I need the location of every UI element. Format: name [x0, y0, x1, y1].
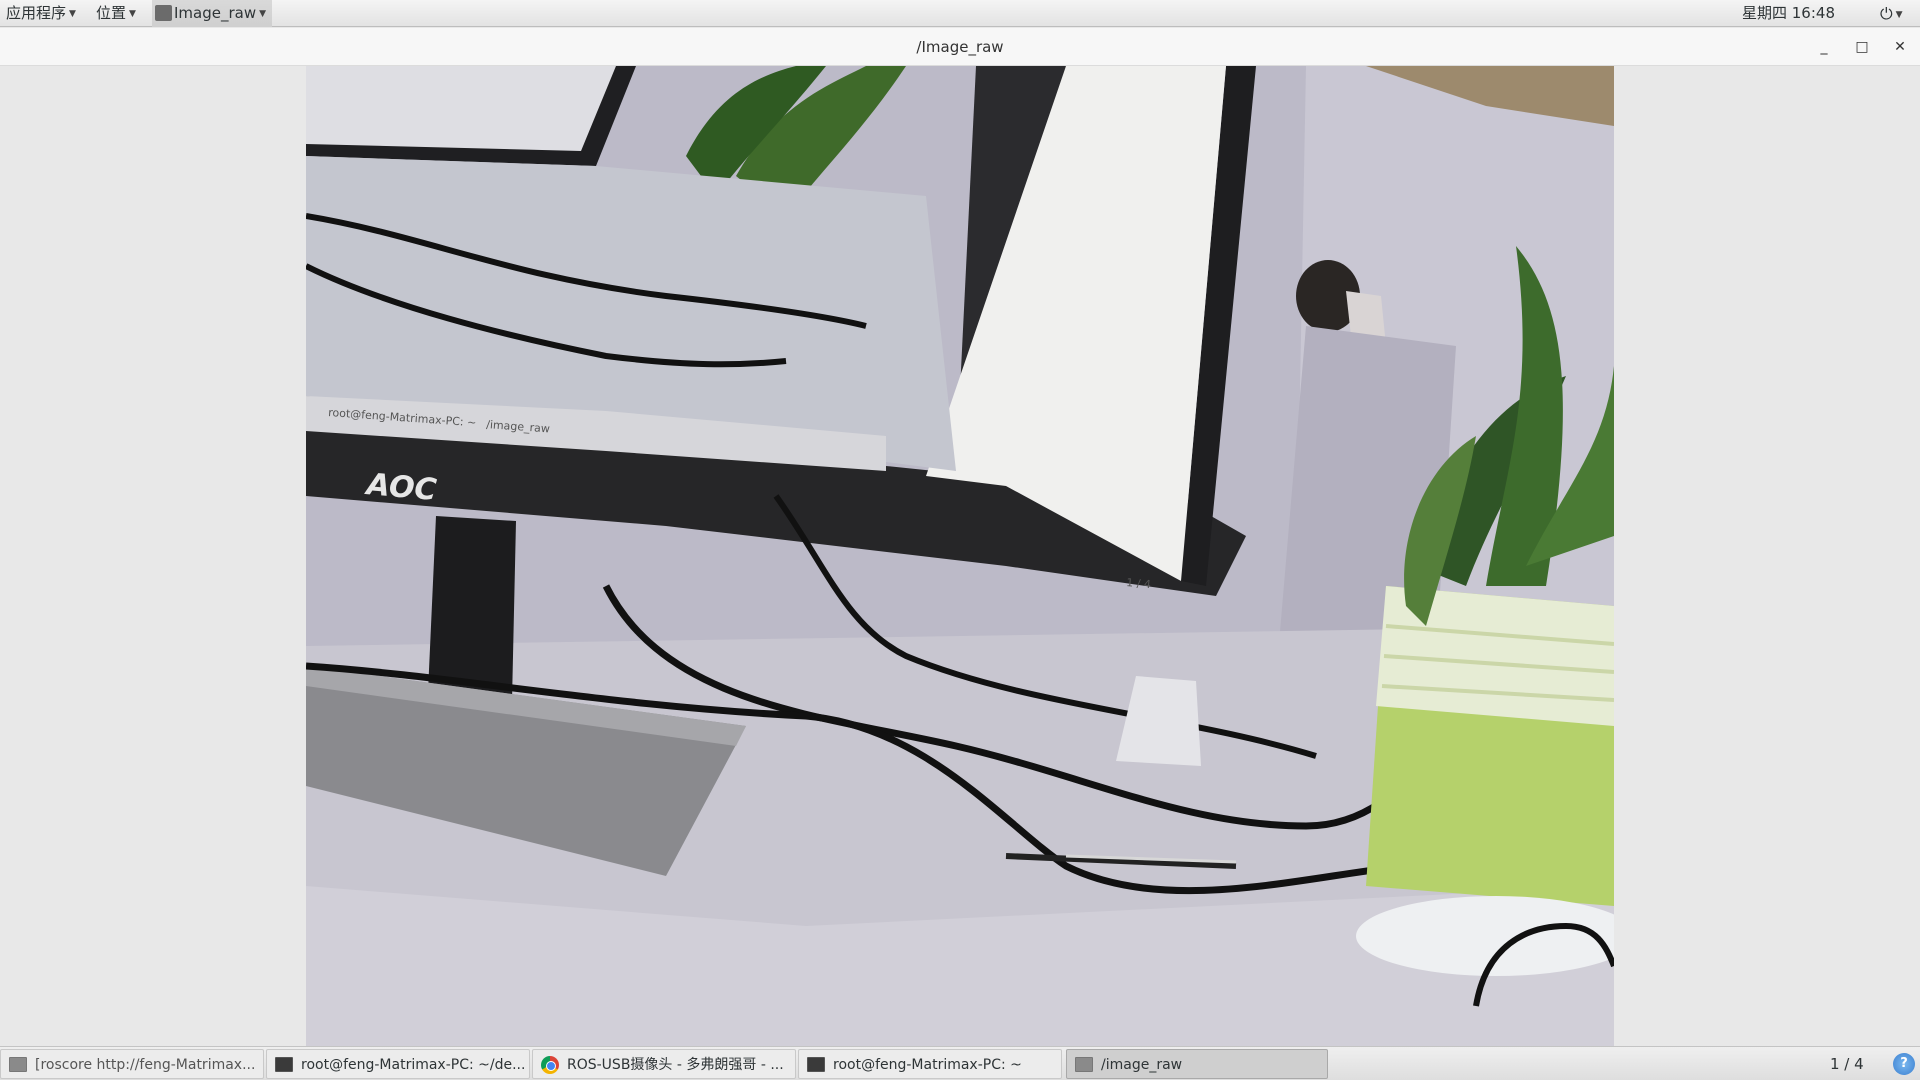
help-icon[interactable]: ?: [1893, 1053, 1915, 1075]
terminal-icon: [9, 1057, 27, 1072]
window-title: /Image_raw: [916, 38, 1004, 56]
places-menu[interactable]: 位置 ▼: [96, 0, 136, 27]
minimize-button[interactable]: _: [1809, 28, 1839, 66]
top-panel: 应用程序 ▼ 位置 ▼ Image_raw ▼ 星期四 16:48 ⏻ ▼: [0, 0, 1920, 27]
active-window-menu[interactable]: Image_raw ▼: [152, 0, 272, 27]
far-monitor-screen: [306, 66, 616, 151]
dropdown-arrow-icon: ▼: [69, 9, 76, 19]
task-terminal-home[interactable]: root@feng-Matrimax-PC: ~: [798, 1049, 1062, 1079]
camera-image: root@feng-Matrimax-PC: ~ /image_raw 1 / …: [306, 66, 1614, 1046]
bottom-taskbar: [roscore http://feng-Matrimax... root@fe…: [0, 1046, 1920, 1080]
applications-menu-label: 应用程序: [6, 4, 67, 22]
task-chrome[interactable]: ROS-USB摄像头 - 多弗朗强哥 - ...: [532, 1049, 796, 1079]
maximize-button[interactable]: □: [1847, 28, 1877, 66]
window-titlebar[interactable]: /Image_raw _ □ ✕: [0, 28, 1920, 66]
close-button[interactable]: ✕: [1885, 28, 1915, 66]
dropdown-arrow-icon: ▼: [129, 9, 136, 19]
task-label: [roscore http://feng-Matrimax...: [35, 1057, 256, 1073]
task-terminal-de[interactable]: root@feng-Matrimax-PC: ~/de...: [266, 1049, 530, 1079]
image-viewer-icon: [155, 5, 172, 21]
workspace-indicator[interactable]: 1 / 4: [1830, 1047, 1864, 1080]
applications-menu[interactable]: 应用程序 ▼: [6, 0, 76, 27]
clock[interactable]: 星期四 16:48: [1742, 0, 1835, 27]
task-label: root@feng-Matrimax-PC: ~/de...: [301, 1057, 526, 1073]
monitor-brand-logo: AOC: [363, 467, 438, 508]
task-image-raw[interactable]: /image_raw: [1066, 1049, 1328, 1079]
dropdown-arrow-icon: ▼: [1895, 10, 1903, 20]
task-label: /image_raw: [1101, 1057, 1183, 1073]
inner-page-indicator: 1 / 4: [1126, 576, 1152, 591]
window-content: root@feng-Matrimax-PC: ~ /image_raw 1 / …: [0, 66, 1920, 1046]
chrome-icon: [541, 1056, 559, 1074]
power-menu[interactable]: ⏻ ▼: [1880, 0, 1903, 27]
camera-image-scene: root@feng-Matrimax-PC: ~ /image_raw 1 / …: [306, 66, 1614, 1046]
terminal-icon: [807, 1057, 825, 1072]
task-roscore[interactable]: [roscore http://feng-Matrimax...: [0, 1049, 264, 1079]
places-menu-label: 位置: [96, 4, 127, 22]
terminal-icon: [275, 1057, 293, 1072]
task-label: ROS-USB摄像头 - 多弗朗强哥 - ...: [567, 1057, 784, 1073]
power-icon: ⏻: [1880, 4, 1893, 23]
image-viewer-icon: [1075, 1057, 1093, 1072]
dropdown-arrow-icon: ▼: [259, 9, 267, 19]
active-window-label: Image_raw: [174, 4, 257, 22]
task-label: root@feng-Matrimax-PC: ~: [833, 1057, 1022, 1073]
